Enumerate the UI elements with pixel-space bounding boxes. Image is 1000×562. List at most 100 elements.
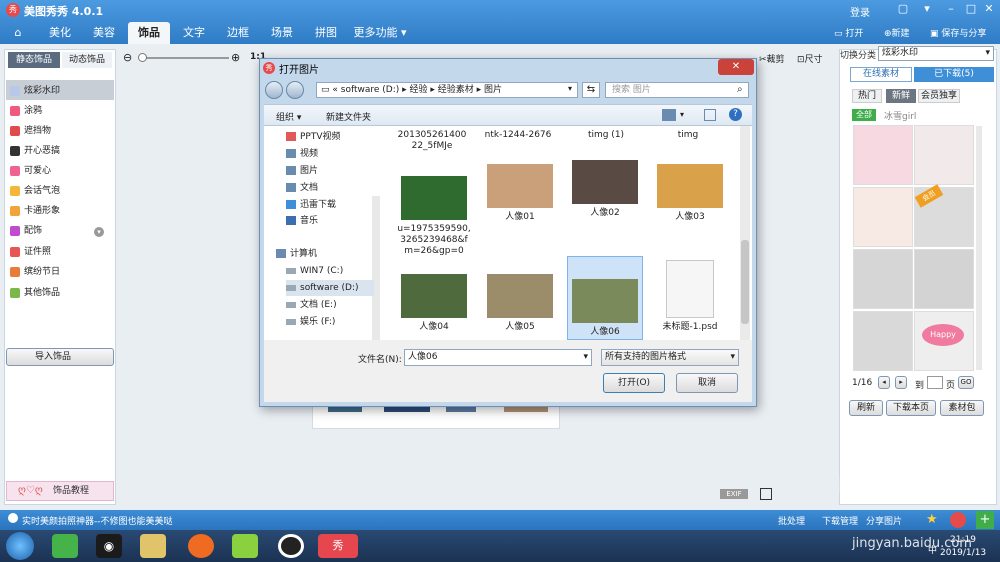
login-link[interactable]: 登录 (850, 4, 870, 19)
crop-button[interactable]: ✂裁剪 (759, 52, 785, 65)
go-button[interactable]: GO (958, 376, 974, 389)
open-button[interactable]: 打开(O) (603, 373, 665, 393)
search-input[interactable]: 搜索 图片 (605, 82, 749, 98)
nav-item[interactable]: 迅雷下载 (286, 197, 336, 213)
file-scrollbar-thumb[interactable] (741, 240, 749, 324)
accessory-item-occlusion[interactable]: 遮挡物 (10, 122, 51, 140)
accessory-item-funny[interactable]: 开心恶搞 (10, 142, 60, 160)
file-item[interactable]: 人像06 (567, 256, 643, 340)
exif-badge[interactable]: EXIF (720, 489, 748, 499)
filter-new[interactable]: 新鲜 (886, 89, 916, 103)
file-item-label[interactable]: ntk-1244-2676 (482, 130, 554, 141)
address-dropdown-icon[interactable]: ▾ (568, 84, 572, 93)
nav-item[interactable]: 音乐 (286, 213, 318, 229)
zoom-out-icon[interactable]: ⊖ (123, 51, 132, 64)
add-icon[interactable]: + (976, 511, 994, 529)
material-tile-7[interactable] (853, 311, 913, 371)
material-tile-2[interactable] (914, 125, 974, 185)
file-type-select[interactable]: 所有支持的图片格式 ▾ (601, 349, 739, 366)
view-icon[interactable] (662, 109, 676, 121)
view-dropdown-icon[interactable]: ▾ (680, 110, 684, 119)
file-item-label[interactable]: timg (652, 130, 724, 141)
next-page-button[interactable]: ▸ (895, 376, 907, 389)
breadcrumb-images[interactable]: 图片 (484, 85, 502, 95)
filename-input[interactable]: 人像06 ▾ (404, 349, 592, 366)
breadcrumb-materials[interactable]: 经验素材 (438, 85, 474, 95)
cancel-button[interactable]: 取消 (676, 373, 738, 393)
tab-dynamic-accessories[interactable]: 动态饰品 (62, 52, 112, 68)
accessory-item-cartoon[interactable]: 卡通形象 (10, 202, 60, 220)
taskbar-firefox-icon[interactable] (188, 534, 214, 558)
nav-computer[interactable]: 计算机 (276, 246, 317, 262)
file-item[interactable]: 未标题-1.psd (652, 258, 728, 342)
refresh-icon[interactable]: ⇆ (582, 82, 600, 98)
zoom-in-icon[interactable]: ⊕ (231, 51, 240, 64)
search-icon[interactable]: ⌕ (737, 84, 743, 95)
tab-more-functions[interactable]: 更多功能 ▾ (350, 22, 410, 44)
nav-item[interactable]: 图片 (286, 163, 318, 179)
taskbar-explorer-icon[interactable] (140, 534, 166, 558)
drive-item[interactable]: 娱乐 (F:) (286, 314, 374, 330)
maximize-button[interactable]: □ (962, 2, 980, 16)
help-icon[interactable]: ? (729, 108, 742, 121)
accessory-item-ornament[interactable]: 配饰 (10, 222, 42, 240)
home-tab-icon[interactable]: ⌂ (6, 22, 30, 44)
resize-button[interactable]: ⊡尺寸 (797, 52, 823, 65)
open-toolbar-button[interactable]: ▭ 打开 (834, 26, 863, 39)
new-folder-button[interactable]: 新建文件夹 (326, 110, 371, 123)
tab-beautify[interactable]: 美化 (40, 22, 80, 44)
file-item[interactable]: 人像02 (567, 160, 643, 244)
filter-member[interactable]: 会员独享 (918, 89, 960, 103)
material-tile-3[interactable] (853, 187, 913, 247)
filter-all[interactable]: 全部 (852, 109, 876, 121)
accessory-item-graffiti[interactable]: 涂鸦 (10, 102, 42, 120)
accessory-item-speech-bubble[interactable]: 会话气泡 (10, 182, 60, 200)
accessory-item-cute-heart[interactable]: 可爱心 (10, 162, 51, 180)
chevron-down-icon[interactable]: ▾ (94, 227, 104, 237)
accessory-item-colorful-watermark[interactable]: 炫彩水印 (10, 82, 60, 100)
forward-button[interactable] (286, 81, 304, 99)
zoom-slider-thumb[interactable] (138, 53, 147, 62)
accessory-item-id-photo[interactable]: 证件照 (10, 243, 51, 261)
menu-icon[interactable]: ▾ (918, 2, 936, 16)
save-share-button[interactable]: ▣ 保存与分享 (930, 26, 986, 39)
nav-item[interactable]: 视频 (286, 146, 318, 162)
start-button[interactable] (6, 532, 34, 560)
tab-static-accessories[interactable]: 静态饰品 (8, 52, 60, 68)
material-scrollbar[interactable] (976, 126, 982, 370)
batch-button[interactable]: 批处理 (778, 514, 805, 527)
tab-beauty[interactable]: 美容 (84, 22, 124, 44)
skin-icon[interactable]: ▢ (894, 2, 912, 16)
taskbar-record-icon[interactable] (278, 534, 304, 558)
minimize-button[interactable]: – (942, 2, 960, 16)
status-promo-text[interactable]: 实时美颜拍照神器--不修图也能美美哒 (22, 514, 173, 527)
drive-item[interactable]: 文档 (E:) (286, 297, 374, 313)
tab-accessories[interactable]: 饰品 (128, 22, 170, 44)
breadcrumb-jingyan[interactable]: 经验 (410, 85, 428, 95)
page-input[interactable] (927, 376, 943, 389)
nav-item[interactable]: PPTV视频 (286, 129, 341, 145)
breadcrumb-drive[interactable]: software (D:) (341, 85, 400, 95)
accessory-item-holiday[interactable]: 缤纷节日 (10, 263, 60, 281)
taskbar-meitu-icon[interactable]: 秀 (318, 534, 358, 558)
tab-border[interactable]: 边框 (218, 22, 258, 44)
nav-item[interactable]: 文档 (286, 180, 318, 196)
address-bar[interactable]: ▭ « software (D:) ▸ 经验 ▸ 经验素材 ▸ 图片 (316, 82, 578, 98)
import-accessory-button[interactable]: 导入饰品 (6, 348, 114, 366)
category-select[interactable]: 炫彩水印 ▾ (878, 46, 994, 61)
new-toolbar-button[interactable]: ⊕新建 (884, 26, 910, 39)
download-manager-button[interactable]: 下载管理 (822, 514, 858, 527)
taskbar-360-icon[interactable] (52, 534, 78, 558)
taskbar-qq-icon[interactable]: ◉ (96, 534, 122, 558)
organize-menu[interactable]: 组织 ▾ (276, 110, 301, 123)
file-item-label[interactable]: 20130526140022_5fMJe (396, 130, 468, 152)
accessory-item-other[interactable]: 其他饰品 (10, 284, 60, 302)
tab-downloaded[interactable]: 已下载(5) (914, 67, 994, 82)
dialog-close-button[interactable]: ✕ (718, 59, 754, 75)
close-button[interactable]: ✕ (980, 2, 998, 16)
file-item-label[interactable]: timg (1) (570, 130, 642, 141)
tab-online-materials[interactable]: 在线素材 (850, 67, 912, 82)
star-icon[interactable]: ★ (926, 512, 942, 528)
compare-icon[interactable] (760, 488, 772, 500)
preview-pane-icon[interactable] (704, 109, 716, 121)
